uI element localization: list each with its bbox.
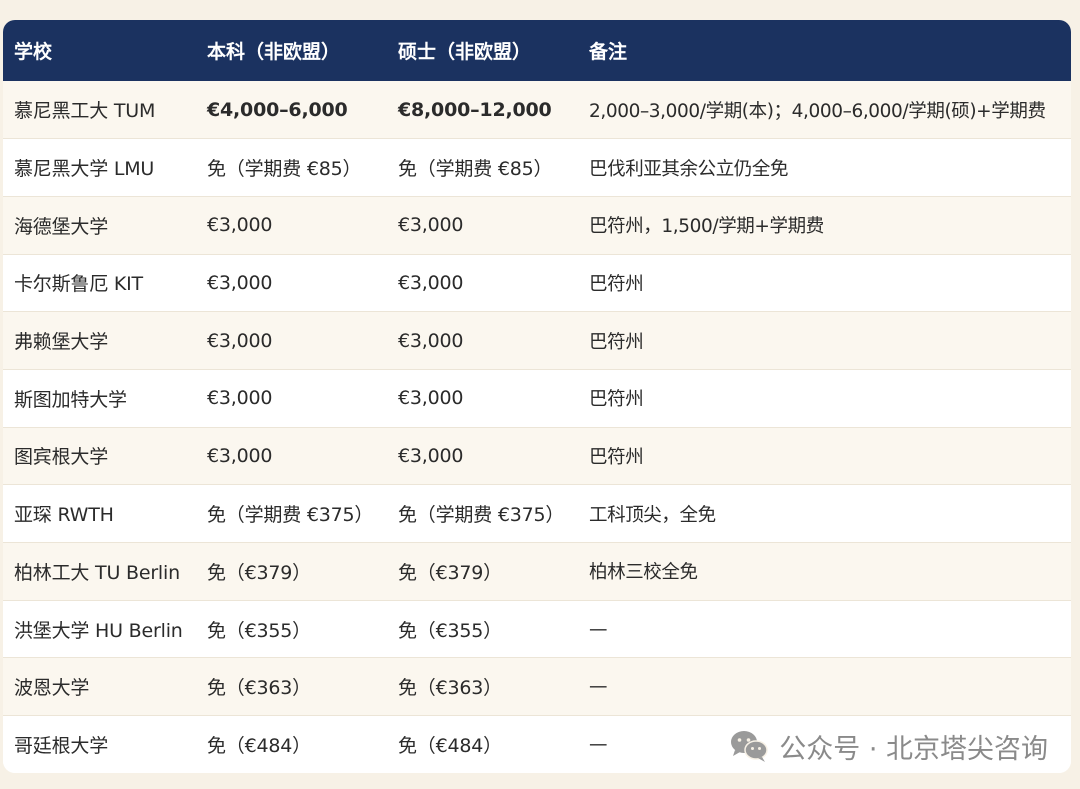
school-cell: 慕尼黑工大 TUM — [14, 100, 156, 123]
master-fee-cell: 免（学期费 €375） — [387, 484, 578, 543]
table-body: 慕尼黑工大 TUM €4,000–6,000 €8,000–12,000 2,000–… — [3, 81, 1071, 773]
table-row: 亚琛 RWTH 免（学期费 €375） 免（学期费 €375） 工科顶尖，全免 — [3, 484, 1071, 543]
notes-cell: 2,000–3,000/学期(本)；4,000–6,000/学期(硕)+学期费 — [589, 100, 1046, 122]
bachelor-fee-cell: 免（学期费 €375） — [196, 484, 387, 543]
header-master: 硕士（非欧盟） — [398, 41, 532, 63]
notes-cell: 巴符州 — [578, 426, 1071, 485]
notes-cell: — — [578, 657, 1071, 716]
bachelor-fee-cell: €3,000 — [196, 426, 387, 485]
tuition-table-card: 学校 本科（非欧盟） 硕士（非欧盟） 备注 慕尼黑工大 TUM €4,000–6,… — [3, 20, 1071, 773]
notes-cell: 巴伐利亚其余公立仍全免 — [578, 138, 1071, 197]
notes-cell: — — [578, 599, 1071, 658]
table-header: 学校 本科（非欧盟） 硕士（非欧盟） 备注 — [3, 20, 1071, 81]
school-cell: 洪堡大学 HU Berlin — [3, 599, 196, 658]
bachelor-fee-cell: 免（€363） — [196, 657, 387, 716]
school-cell: 弗赖堡大学 — [3, 311, 196, 370]
wechat-icon — [731, 731, 768, 762]
notes-cell: 巴符州 — [578, 253, 1071, 312]
table-row: 慕尼黑工大 TUM €4,000–6,000 €8,000–12,000 2,000–… — [3, 81, 1071, 139]
master-fee-cell: €3,000 — [387, 195, 578, 255]
table-row: 柏林工大 TU Berlin 免（€379） 免（€379） 柏林三校全免 — [3, 542, 1071, 601]
notes-cell: 巴符州 — [578, 368, 1071, 428]
master-fee-cell: €3,000 — [387, 253, 578, 312]
school-cell: 哥廷根大学 — [3, 715, 196, 773]
master-fee-cell: €3,000 — [387, 368, 578, 428]
notes-cell: 巴符州 — [578, 311, 1071, 370]
table-row: 慕尼黑大学 LMU 免（学期费 €85） 免（学期费 €85） 巴伐利亚其余公立仍全免 — [3, 138, 1071, 197]
school-cell: 卡尔斯鲁厄 KIT — [3, 253, 196, 312]
table-row: 卡尔斯鲁厄 KIT €3,000 €3,000 巴符州 — [3, 253, 1071, 312]
bachelor-fee-cell: €3,000 — [196, 368, 387, 428]
table-row: 图宾根大学 €3,000 €3,000 巴符州 — [3, 426, 1071, 485]
bachelor-fee-cell: 免（学期费 €85） — [196, 138, 387, 197]
master-fee-cell: 免（€379） — [387, 542, 578, 601]
notes-cell: 柏林三校全免 — [578, 542, 1071, 601]
header-bachelor: 本科（非欧盟） — [207, 41, 341, 63]
table-row: 波恩大学 免（€363） 免（€363） — — [3, 657, 1071, 716]
table-row: 弗赖堡大学 €3,000 €3,000 巴符州 — [3, 311, 1071, 370]
table-row: 斯图加特大学 €3,000 €3,000 巴符州 — [3, 368, 1071, 428]
bachelor-fee-cell: 免（€484） — [196, 715, 387, 773]
school-cell: 波恩大学 — [3, 657, 196, 716]
master-fee-cell: €3,000 — [387, 311, 578, 370]
master-fee-cell: 免（学期费 €85） — [387, 138, 578, 197]
header-school: 学校 — [14, 41, 53, 63]
notes-cell: 工科顶尖，全免 — [578, 484, 1071, 543]
master-fee-cell: 免（€484） — [387, 715, 578, 773]
bachelor-fee-cell: 免（€379） — [196, 542, 387, 601]
watermark: 公众号 · 北京塔尖咨询 — [729, 724, 1048, 768]
school-cell: 海德堡大学 — [3, 195, 196, 255]
bachelor-fee-cell: €3,000 — [196, 253, 387, 312]
school-cell: 亚琛 RWTH — [3, 484, 196, 543]
school-cell: 慕尼黑大学 LMU — [3, 138, 196, 197]
bachelor-fee-cell: €4,000–6,000 — [207, 98, 348, 121]
school-cell: 图宾根大学 — [3, 426, 196, 485]
watermark-text: 公众号 · 北京塔尖咨询 — [779, 733, 1048, 765]
bachelor-fee-cell: €3,000 — [196, 195, 387, 255]
header-notes: 备注 — [589, 41, 628, 63]
header-row: 学校 本科（非欧盟） 硕士（非欧盟） 备注 — [3, 20, 1071, 81]
tuition-table: 学校 本科（非欧盟） 硕士（非欧盟） 备注 慕尼黑工大 TUM €4,000–6,… — [3, 20, 1071, 773]
table-row: 洪堡大学 HU Berlin 免（€355） 免（€355） — — [3, 599, 1071, 658]
school-cell: 柏林工大 TU Berlin — [3, 542, 196, 601]
master-fee-cell: 免（€363） — [387, 657, 578, 716]
table-row: 海德堡大学 €3,000 €3,000 巴符州，1,500/学期+学期费 — [3, 195, 1071, 255]
bachelor-fee-cell: 免（€355） — [196, 599, 387, 658]
school-cell: 斯图加特大学 — [3, 368, 196, 428]
master-fee-cell: €3,000 — [387, 426, 578, 485]
master-fee-cell: 免（€355） — [387, 599, 578, 658]
bachelor-fee-cell: €3,000 — [196, 311, 387, 370]
master-fee-cell: €8,000–12,000 — [398, 98, 552, 121]
notes-cell: 巴符州，1,500/学期+学期费 — [578, 195, 1071, 255]
